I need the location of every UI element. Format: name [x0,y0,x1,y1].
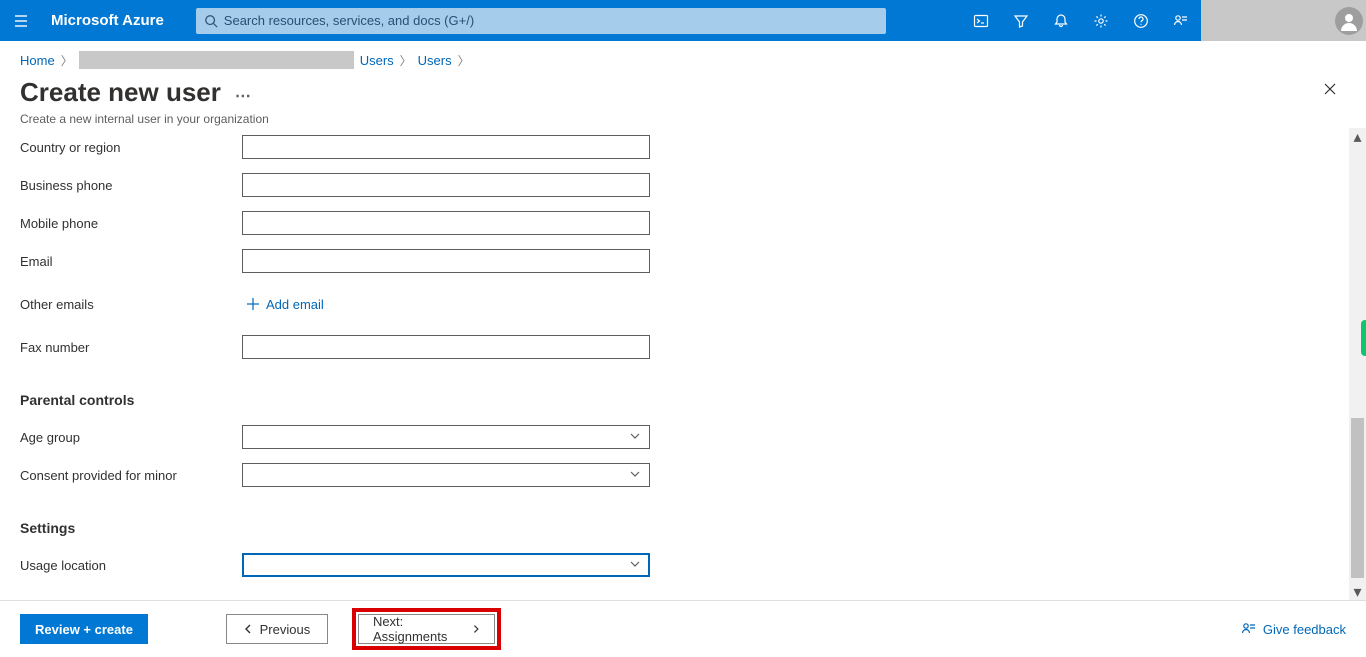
chevron-down-icon [629,430,641,442]
scroll-up-arrow-icon[interactable]: ▴ [1349,128,1366,145]
chevron-right-icon: 〉 [61,52,73,69]
chevron-right-icon [471,624,480,634]
label-mobile-phone: Mobile phone [20,216,242,231]
label-email: Email [20,254,242,269]
label-fax: Fax number [20,340,242,355]
crumb-tenant-redacted[interactable] [79,51,354,69]
add-email-button[interactable]: Add email [246,292,324,316]
crumb-home[interactable]: Home [20,53,55,68]
previous-label: Previous [260,622,311,637]
cloud-shell-button[interactable] [961,0,1001,41]
form-area: Country or region Business phone Mobile … [0,128,1366,600]
hamburger-icon [13,13,29,29]
crumb-users-1[interactable]: Users [360,53,394,68]
cloud-shell-icon [973,13,989,29]
page-subtitle: Create a new internal user in your organ… [20,112,1346,126]
add-email-label: Add email [266,297,324,312]
chevron-left-icon [244,624,254,634]
label-usage-location: Usage location [20,558,242,573]
label-country: Country or region [20,140,242,155]
search-icon [204,14,218,28]
section-settings: Settings [20,520,1346,536]
gear-icon [1093,13,1109,29]
breadcrumb: Home 〉 Users 〉 Users 〉 [0,45,1366,75]
give-feedback-link[interactable]: Give feedback [1241,621,1346,637]
topbar-icon-group [961,0,1201,41]
chevron-down-icon [629,558,641,570]
search-input[interactable] [218,13,878,28]
feedback-person-icon [1241,621,1257,637]
feedback-icon [1173,13,1189,29]
crumb-users-2[interactable]: Users [418,53,452,68]
global-search[interactable] [196,8,886,34]
next-label: Next: Assignments [373,614,465,644]
avatar-icon [1339,11,1359,31]
settings-button[interactable] [1081,0,1121,41]
chevron-down-icon [629,468,641,480]
side-tab-indicator[interactable] [1361,320,1366,356]
consent-minor-select[interactable] [242,463,650,487]
usage-location-select[interactable] [242,553,650,577]
previous-button[interactable]: Previous [226,614,328,644]
review-create-button[interactable]: Review + create [20,614,148,644]
highlight-annotation: Next: Assignments [352,608,501,650]
chevron-right-icon: 〉 [400,52,412,69]
brand-label[interactable]: Microsoft Azure [41,12,186,29]
scroll-down-arrow-icon[interactable]: ▾ [1349,583,1366,600]
feedback-label: Give feedback [1263,622,1346,637]
country-input[interactable] [242,135,650,159]
help-icon [1133,13,1149,29]
plus-icon [246,297,260,311]
label-consent-minor: Consent provided for minor [20,468,242,483]
fax-input[interactable] [242,335,650,359]
avatar [1335,7,1363,35]
filter-icon [1013,13,1029,29]
section-parental-controls: Parental controls [20,392,1346,408]
account-button[interactable] [1201,0,1366,41]
directories-button[interactable] [1001,0,1041,41]
close-icon [1322,81,1338,97]
business-phone-input[interactable] [242,173,650,197]
mobile-phone-input[interactable] [242,211,650,235]
email-input[interactable] [242,249,650,273]
vertical-scrollbar[interactable]: ▴ ▾ [1349,128,1366,600]
page-header: Create new user ⋯ Create a new internal … [0,75,1366,134]
notifications-button[interactable] [1041,0,1081,41]
label-business-phone: Business phone [20,178,242,193]
help-button[interactable] [1121,0,1161,41]
bottom-action-bar: Review + create Previous Next: Assignmen… [0,600,1366,657]
feedback-button[interactable] [1161,0,1201,41]
label-age-group: Age group [20,430,242,445]
hamburger-menu-button[interactable] [0,0,41,41]
more-actions-button[interactable]: ⋯ [235,86,253,106]
top-bar: Microsoft Azure [0,0,1366,41]
bell-icon [1053,13,1069,29]
page-title: Create new user [20,77,221,108]
next-assignments-button[interactable]: Next: Assignments [358,614,495,644]
label-other-emails: Other emails [20,297,242,312]
age-group-select[interactable] [242,425,650,449]
chevron-right-icon: 〉 [458,52,470,69]
close-button[interactable] [1322,81,1342,101]
scroll-thumb[interactable] [1351,418,1364,578]
